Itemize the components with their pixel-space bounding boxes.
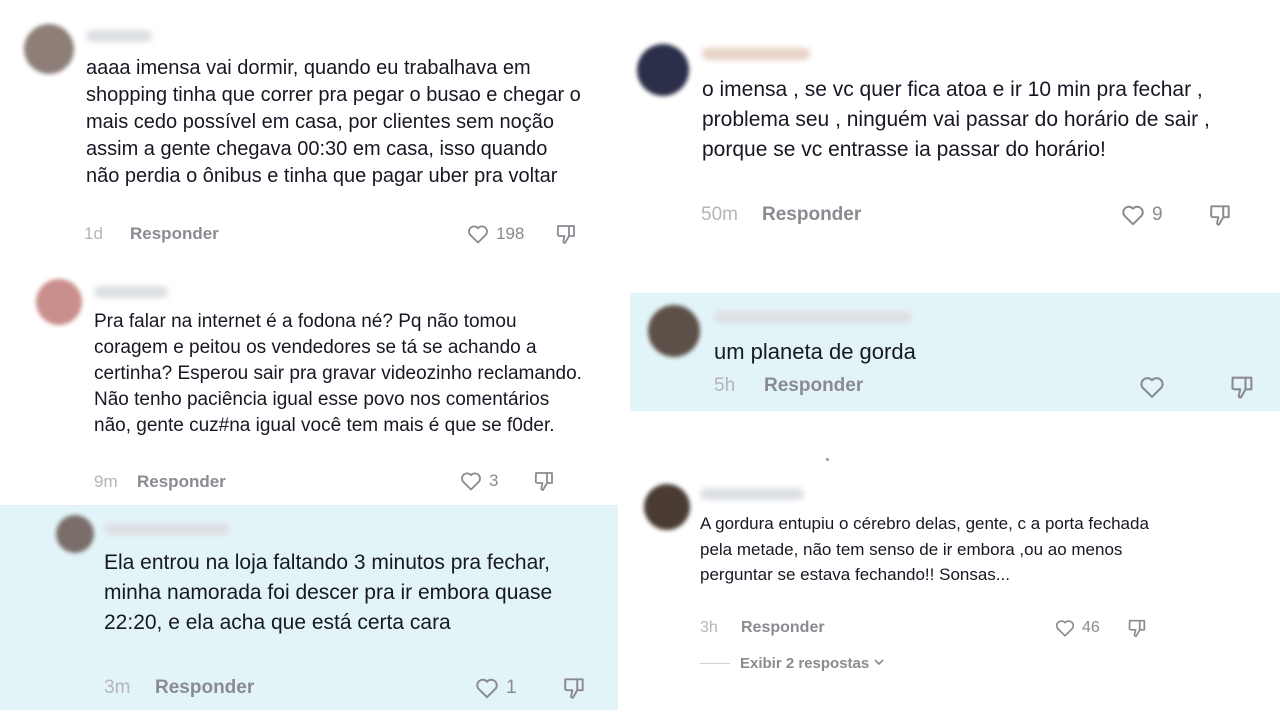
comment-text: A gordura entupiu o cérebro delas, gente…: [700, 514, 1149, 584]
comment-actions: 46: [1054, 617, 1148, 639]
reply-button[interactable]: Responder: [137, 472, 226, 492]
comment-text: um planeta de gorda: [714, 339, 916, 364]
comment-1: aaaa imensa vai dormir, quando eu trabal…: [0, 0, 622, 270]
comment-time: 50m: [701, 204, 738, 225]
separator-dot: [826, 458, 829, 461]
dislike-button[interactable]: [561, 675, 587, 701]
like-button[interactable]: 3: [459, 469, 498, 493]
reply-button[interactable]: Responder: [155, 677, 254, 699]
chevron-down-icon: [873, 655, 885, 672]
avatar[interactable]: [56, 515, 94, 553]
thumbs-down-icon: [554, 222, 578, 246]
like-button[interactable]: 46: [1054, 617, 1100, 639]
dislike-button[interactable]: [1126, 617, 1148, 639]
thumbs-down-icon: [1126, 617, 1148, 639]
comment-actions: 3: [459, 469, 556, 493]
comment-actions: [1138, 373, 1256, 401]
thumbs-down-icon: [1228, 373, 1256, 401]
avatar[interactable]: [24, 24, 74, 74]
like-count: 3: [489, 471, 499, 490]
thumbs-down-icon: [1207, 202, 1233, 228]
thumbs-down-icon: [532, 469, 556, 493]
dislike-button[interactable]: [1207, 202, 1233, 228]
divider-line: [700, 663, 730, 664]
comment-text: o imensa , se vc quer fica atoa e ir 10 …: [702, 78, 1210, 161]
comment-time: 3h: [700, 619, 718, 636]
thumbs-down-icon: [561, 675, 587, 701]
username-blurred[interactable]: [94, 286, 168, 298]
username-blurred[interactable]: [86, 30, 152, 42]
comment-3: Ela entrou na loja faltando 3 minutos pr…: [0, 505, 618, 710]
comment-time: 5h: [714, 375, 736, 396]
heart-icon: [474, 675, 500, 701]
dislike-button[interactable]: [1228, 373, 1256, 401]
comment-5: um planeta de gorda 5h Responder: [630, 293, 1280, 411]
heart-icon: [459, 469, 483, 493]
like-count: 9: [1152, 204, 1163, 225]
reply-button[interactable]: Responder: [741, 619, 825, 637]
like-button[interactable]: [1138, 373, 1172, 401]
comment-6: A gordura entupiu o cérebro delas, gente…: [630, 470, 1280, 720]
comment-4: o imensa , se vc quer fica atoa e ir 10 …: [630, 0, 1280, 290]
heart-icon: [466, 222, 490, 246]
comment-time: 9m: [94, 472, 118, 491]
like-count: 46: [1082, 619, 1100, 636]
comment-actions: 9: [1120, 202, 1233, 228]
avatar[interactable]: [637, 44, 689, 96]
username-blurred[interactable]: [714, 311, 912, 323]
comment-time: 3m: [104, 677, 131, 698]
username-blurred[interactable]: [700, 488, 804, 500]
comment-meta: 3m Responder: [104, 677, 254, 699]
comment-text: Pra falar na internet é a fodona né? Pq …: [94, 311, 582, 436]
comment-2: Pra falar na internet é a fodona né? Pq …: [0, 270, 622, 505]
username-blurred[interactable]: [702, 48, 810, 60]
comment-meta: 50m Responder: [701, 204, 861, 226]
view-replies-label: Exibir 2 respostas: [740, 655, 870, 672]
comment-meta: 1d Responder: [84, 224, 219, 244]
reply-button[interactable]: Responder: [764, 375, 863, 397]
dislike-button[interactable]: [532, 469, 556, 493]
reply-button[interactable]: Responder: [762, 204, 861, 226]
comment-meta: 9m Responder: [94, 472, 226, 492]
heart-icon: [1120, 202, 1146, 228]
comment-meta: 3h Responder: [700, 619, 825, 637]
comment-text: Ela entrou na loja faltando 3 minutos pr…: [104, 551, 553, 634]
avatar[interactable]: [36, 279, 82, 325]
comment-time: 1d: [84, 224, 103, 243]
like-button[interactable]: 1: [474, 675, 517, 701]
like-button[interactable]: 198: [466, 222, 524, 246]
comment-text: aaaa imensa vai dormir, quando eu trabal…: [86, 57, 581, 187]
view-replies-button[interactable]: Exibir 2 respostas: [700, 655, 885, 672]
like-button[interactable]: 9: [1120, 202, 1163, 228]
avatar[interactable]: [644, 484, 690, 530]
like-count: 1: [506, 677, 517, 698]
comment-meta: 5h Responder: [714, 375, 863, 397]
dislike-button[interactable]: [554, 222, 578, 246]
comment-actions: 1: [474, 675, 587, 701]
heart-icon: [1054, 617, 1076, 639]
reply-button[interactable]: Responder: [130, 224, 219, 244]
heart-icon: [1138, 373, 1166, 401]
username-blurred[interactable]: [104, 523, 230, 535]
avatar[interactable]: [648, 305, 700, 357]
like-count: 198: [496, 224, 525, 243]
comment-actions: 198: [466, 222, 578, 246]
